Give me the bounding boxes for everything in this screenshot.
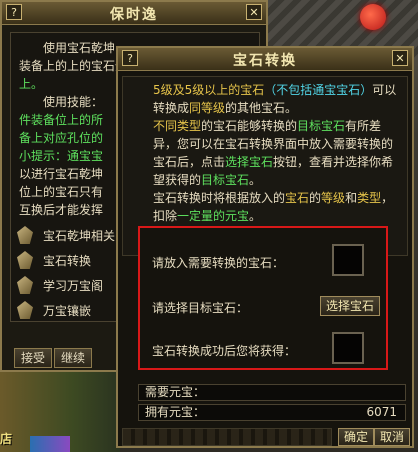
desc-text: 宝石 — [285, 191, 310, 205]
list-item-label: 万宝镶嵌 — [43, 303, 92, 318]
left-item-list: 宝石乾坤相关 宝石转换 学习万宝阁 万宝镶嵌 — [17, 223, 115, 321]
left-window-titlebar[interactable]: ? 保时逸 ✕ — [2, 2, 266, 25]
desc-text: 的其他宝石。 — [225, 101, 298, 115]
list-item[interactable]: 宝石乾坤相关 — [17, 223, 115, 247]
desc-text: 一定量的元宝 — [177, 209, 250, 223]
close-icon[interactable]: ✕ — [392, 50, 408, 66]
owned-yuanbao-row: 拥有元宝： 6071 — [138, 404, 406, 421]
gem-icon — [17, 276, 33, 294]
accept-button[interactable]: 接受 — [14, 348, 53, 368]
character-sprite[interactable] — [30, 436, 70, 452]
red-lantern — [360, 4, 386, 30]
result-gem-slot[interactable] — [332, 332, 364, 364]
desc-paragraph-2: 不同类型的宝石能够转换的目标宝石有所差异，您可以在宝石转换界面中放入需要转换的宝… — [129, 117, 401, 189]
select-gem-button[interactable]: 选择宝石 — [320, 296, 380, 316]
select-target-label: 请选择目标宝石： — [152, 301, 249, 315]
list-item[interactable]: 宝石转换 — [17, 248, 115, 272]
continue-button[interactable]: 继续 — [54, 348, 93, 368]
desc-text: 不同类型 — [153, 119, 202, 133]
list-item-label: 学习万宝阁 — [43, 278, 104, 293]
dialog-titlebar[interactable]: ? 宝石转换 ✕ — [118, 48, 412, 71]
list-item[interactable]: 万宝镶嵌 — [17, 298, 115, 321]
list-item-label: 宝石乾坤相关 — [43, 228, 116, 243]
desc-text: 。 — [249, 209, 262, 223]
conversion-panel: 请放入需要转换的宝石： 请选择目标宝石： 选择宝石 宝石转换成功后您将获得： — [138, 226, 388, 370]
desc-text: （不包括通宝宝石） — [264, 83, 373, 97]
desc-text: 的 — [309, 191, 322, 205]
cancel-button[interactable]: 取消 — [374, 428, 411, 446]
owned-yuanbao-label: 拥有元宝： — [145, 405, 206, 419]
desc-text: 和 — [345, 191, 358, 205]
desc-text: 选择宝石 — [225, 155, 274, 169]
result-label: 宝石转换成功后您将获得： — [152, 344, 297, 358]
desc-text: 。 — [249, 173, 262, 187]
gem-conversion-dialog: ? 宝石转换 ✕ 5级及5级以上的宝石（不包括通宝宝石）可以转换成同等级的其他宝… — [116, 46, 414, 448]
desc-text: 的宝石能够转换的 — [201, 119, 298, 133]
left-window-title: 保时逸 — [110, 7, 158, 23]
desc-paragraph-3: 宝石转换时将根据放入的宝石的等级和类型，扣除一定量的元宝。 — [129, 189, 401, 225]
required-yuanbao-row: 需要元宝： — [138, 384, 406, 401]
put-gem-label: 请放入需要转换的宝石： — [152, 256, 285, 270]
desc-text: 5级及5级以上的宝石 — [153, 83, 265, 97]
gem-icon — [17, 251, 33, 269]
desc-text: 同等级 — [189, 101, 226, 115]
footer-decoration — [122, 428, 332, 446]
close-icon[interactable]: ✕ — [246, 4, 262, 20]
desc-text: 类型 — [357, 191, 382, 205]
desc-text: 宝石转换时将根据放入的 — [153, 191, 286, 205]
desc-text: 目标宝石 — [201, 173, 250, 187]
list-item[interactable]: 学习万宝阁 — [17, 273, 115, 297]
desc-text: 等级 — [321, 191, 346, 205]
desc-paragraph-1: 5级及5级以上的宝石（不包括通宝宝石）可以转换成同等级的其他宝石。 — [129, 81, 401, 117]
confirm-button[interactable]: 确定 — [338, 428, 375, 446]
dialog-title: 宝石转换 — [233, 53, 297, 69]
source-gem-slot[interactable] — [332, 244, 364, 276]
list-item-label: 宝石转换 — [43, 253, 92, 268]
owned-yuanbao-value: 6071 — [366, 405, 397, 419]
desc-text: 目标宝石 — [297, 119, 346, 133]
gem-icon — [17, 226, 33, 244]
gem-icon — [17, 301, 33, 319]
required-yuanbao-label: 需要元宝： — [145, 385, 206, 399]
shop-sign: 店 — [0, 432, 13, 446]
